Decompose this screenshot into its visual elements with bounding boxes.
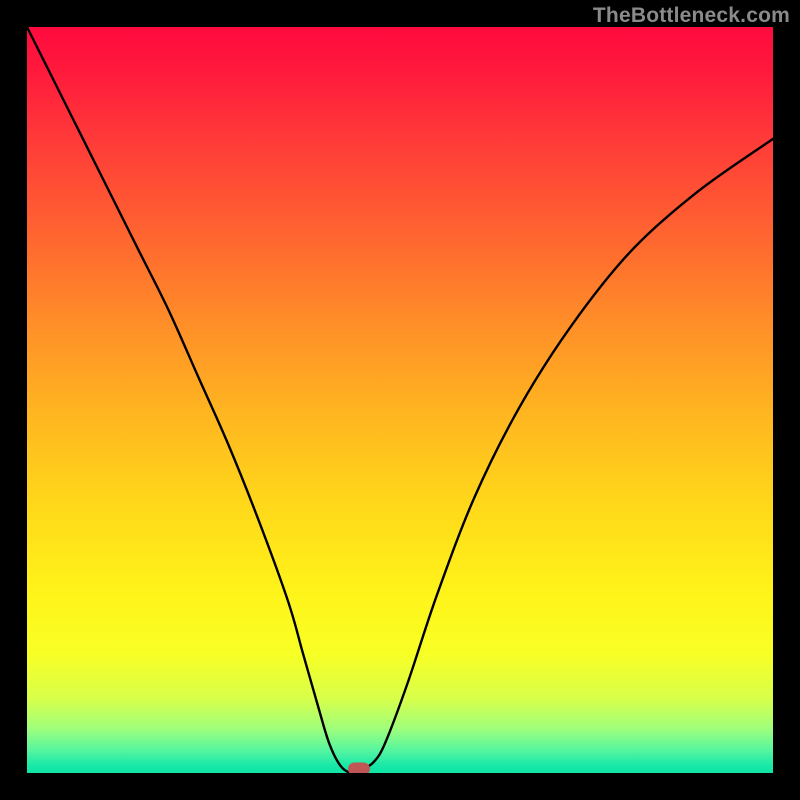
bottleneck-curve — [27, 27, 773, 773]
watermark-text: TheBottleneck.com — [593, 4, 790, 28]
optimum-marker — [348, 763, 370, 773]
plot-area — [27, 27, 773, 773]
chart-frame: TheBottleneck.com — [0, 0, 800, 800]
